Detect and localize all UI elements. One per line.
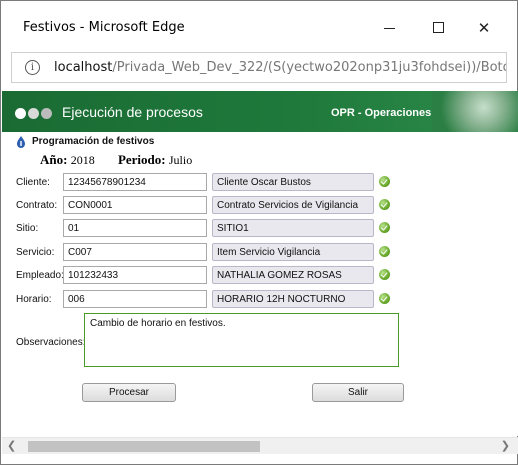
check-circle-icon (379, 199, 390, 210)
url-text: localhost/Privada_Web_Dev_322/(S(yectwo2… (54, 60, 506, 75)
year-period-row: Año: 2018 Periodo: Julio (40, 152, 212, 168)
empleado-input[interactable]: 101232433 (63, 266, 207, 284)
banner-dot-icon (41, 108, 52, 119)
contrato-desc: Contrato Servicios de Vigilancia (212, 196, 374, 214)
check-circle-icon (379, 222, 390, 233)
section-title: Programación de festivos (16, 136, 154, 147)
horizontal-scrollbar[interactable]: ❮ ❯ (2, 437, 518, 454)
scroll-right-icon[interactable]: ❯ (501, 439, 510, 452)
banner-dot-icon (28, 108, 39, 119)
maximize-icon (433, 22, 444, 33)
address-bar[interactable]: i localhost/Privada_Web_Dev_322/(S(yectw… (11, 52, 507, 83)
empleado-desc: NATHALIA GOMEZ ROSAS (212, 266, 374, 284)
title-bar: Festivos - Microsoft Edge ✕ (1, 1, 517, 45)
scroll-left-icon[interactable]: ❮ (7, 439, 16, 452)
horario-input[interactable]: 006 (63, 290, 207, 308)
banner-heading: Ejecución de procesos (62, 104, 203, 120)
procesar-button[interactable]: Procesar (82, 383, 176, 402)
check-circle-icon (379, 269, 390, 280)
observaciones-label: Observaciones: (16, 337, 86, 348)
info-icon[interactable]: i (25, 60, 40, 75)
url-host: localhost (54, 60, 113, 75)
salir-button[interactable]: Salir (312, 383, 404, 402)
banner-decoration (432, 91, 518, 132)
observaciones-textarea[interactable]: Cambio de horario en festivos. (84, 313, 399, 367)
check-circle-icon (379, 176, 390, 187)
sitio-input[interactable]: 01 (63, 219, 207, 237)
servicio-input[interactable]: C007 (63, 243, 207, 261)
horario-label: Horario: (16, 294, 52, 305)
section-title-text: Programación de festivos (32, 136, 155, 147)
empleado-label: Empleado: (16, 270, 64, 281)
close-button[interactable]: ✕ (471, 15, 497, 41)
header-banner: Ejecución de procesos OPR - Operaciones (2, 91, 518, 132)
cliente-desc: Cliente Oscar Bustos (212, 173, 374, 191)
banner-dot-icon (15, 108, 26, 119)
banner-dots (15, 106, 54, 124)
servicio-label: Servicio: (16, 247, 55, 258)
minimize-button[interactable] (376, 15, 402, 41)
period-value: Julio (168, 153, 193, 167)
minimize-icon (384, 28, 395, 29)
url-path: /Privada_Web_Dev_322/(S(yectwo202onp31ju… (112, 60, 506, 75)
page-content: Ejecución de procesos OPR - Operaciones … (2, 91, 518, 436)
check-circle-icon (379, 246, 390, 257)
maximize-button[interactable] (425, 15, 451, 41)
horario-desc: HORARIO 12H NOCTURNO (212, 290, 374, 308)
year-value: 2018 (70, 153, 95, 167)
cliente-input[interactable]: 12345678901234 (63, 173, 207, 191)
scroll-thumb[interactable] (28, 441, 260, 452)
contrato-input[interactable]: CON0001 (63, 196, 207, 214)
check-circle-icon (379, 293, 390, 304)
browser-window: Festivos - Microsoft Edge ✕ i localhost/… (0, 0, 518, 465)
sitio-desc: SITIO1 (212, 219, 374, 237)
year-label: Año: (40, 152, 68, 167)
sitio-label: Sitio: (16, 223, 39, 234)
period-label: Periodo: (117, 152, 166, 167)
contrato-label: Contrato: (16, 200, 58, 211)
servicio-desc: Item Servicio Vigilancia (212, 243, 374, 261)
cliente-label: Cliente: (16, 177, 50, 188)
window-title: Festivos - Microsoft Edge (23, 20, 185, 35)
banner-module: OPR - Operaciones (331, 107, 432, 119)
